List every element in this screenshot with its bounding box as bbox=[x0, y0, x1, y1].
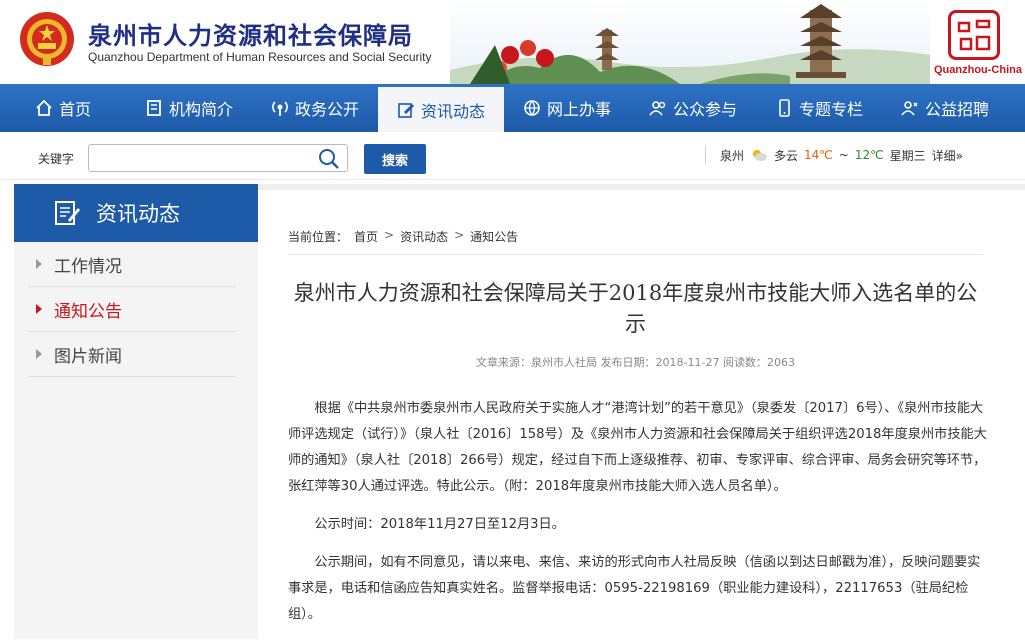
city-seal-logo bbox=[948, 10, 1000, 60]
breadcrumb-news[interactable]: 资讯动态 bbox=[400, 228, 448, 245]
site-title: 泉州市人力资源和社会保障局 bbox=[88, 22, 413, 50]
breadcrumb-separator: > bbox=[454, 228, 465, 242]
sidebar-item-photo-news[interactable]: 图片新闻 bbox=[28, 332, 236, 377]
people-icon bbox=[649, 101, 666, 116]
city-scenery-banner bbox=[450, 0, 930, 84]
breadcrumb-notices[interactable]: 通知公告 bbox=[470, 228, 518, 245]
weather-weekday: 星期三 bbox=[889, 148, 926, 163]
article-paragraph: 公示时间：2018年11月27日至12月3日。 bbox=[314, 517, 565, 532]
article-meta: 文章来源：泉州市人社局 发布日期：2018-11-27 阅读数：2063 bbox=[476, 356, 795, 369]
site-header: 泉州市人力资源和社会保障局 Quanzhou Department of Hum… bbox=[0, 0, 1025, 84]
breadcrumb: 当前位置： 首页 > 资讯动态 > 通知公告 bbox=[288, 228, 518, 245]
nav-label: 专题专栏 bbox=[798, 100, 863, 119]
keyword-label: 关键字 bbox=[38, 152, 75, 166]
search-input[interactable] bbox=[88, 144, 348, 172]
nav-label: 公众参与 bbox=[672, 100, 737, 119]
divider bbox=[288, 254, 983, 255]
search-icon[interactable] bbox=[318, 148, 340, 170]
breadcrumb-prefix: 当前位置： bbox=[288, 230, 349, 244]
nav-public-participation[interactable]: 公众参与 bbox=[630, 84, 756, 132]
main-nav: 首页 机构简介 政务公开 资讯动态 网上办事 公众参与 专题专栏 公益招聘 bbox=[0, 84, 1025, 132]
nav-label: 机构简介 bbox=[168, 100, 233, 119]
sidebar-item-label: 图片新闻 bbox=[54, 346, 122, 367]
weather-widget: 泉州 多云 14℃ ~12℃ 星期三 详细» bbox=[705, 146, 963, 164]
divider bbox=[705, 146, 706, 164]
building-icon bbox=[147, 100, 161, 116]
sidebar-item-label: 工作情况 bbox=[54, 256, 122, 277]
search-bar: 关键字 搜索 泉州 多云 14℃ ~12℃ 星期三 详细» bbox=[0, 132, 1025, 180]
nav-label: 资讯动态 bbox=[420, 101, 485, 121]
weather-tilde: ~ bbox=[838, 148, 849, 162]
nav-label: 公益招聘 bbox=[924, 100, 989, 119]
search-button[interactable]: 搜索 bbox=[364, 144, 426, 174]
nav-gov-affairs[interactable]: 政务公开 bbox=[252, 84, 378, 132]
weather-low: 12℃ bbox=[854, 148, 884, 162]
weather-more-link[interactable]: 详细» bbox=[932, 147, 963, 164]
weather-condition: 多云 bbox=[774, 148, 799, 163]
nav-recruitment[interactable]: 公益招聘 bbox=[882, 84, 1008, 132]
home-icon bbox=[36, 99, 52, 116]
sidebar-item-work-status[interactable]: 工作情况 bbox=[28, 242, 236, 287]
sidebar-header: 资讯动态 bbox=[14, 184, 258, 242]
nav-special-topics[interactable]: 专题专栏 bbox=[756, 84, 882, 132]
nav-label: 首页 bbox=[58, 100, 91, 119]
sidebar: 资讯动态 工作情况 通知公告 图片新闻 bbox=[14, 184, 258, 639]
nav-online-services[interactable]: 网上办事 bbox=[504, 84, 630, 132]
sidebar-item-notices[interactable]: 通知公告 bbox=[28, 287, 236, 332]
arrow-icon bbox=[36, 259, 42, 269]
arrow-icon bbox=[36, 349, 42, 359]
sidebar-title: 资讯动态 bbox=[96, 202, 180, 226]
broadcast-icon bbox=[272, 101, 288, 116]
sidebar-item-label: 通知公告 bbox=[54, 301, 122, 322]
article-paragraph: 根据《中共泉州市委泉州市人民政府关于实施人才“港湾计划”的若干意见》（泉委发〔2… bbox=[288, 401, 987, 494]
edit-icon bbox=[398, 102, 414, 118]
main-content: 当前位置： 首页 > 资讯动态 > 通知公告 泉州市人力资源和社会保障局关于20… bbox=[258, 184, 1025, 639]
weather-city: 泉州 bbox=[720, 148, 745, 163]
arrow-icon bbox=[36, 304, 42, 314]
weather-high: 14℃ bbox=[804, 148, 833, 162]
seal-caption: Quanzhou-China bbox=[934, 64, 1022, 76]
breadcrumb-home[interactable]: 首页 bbox=[354, 228, 378, 245]
phone-icon bbox=[779, 99, 790, 117]
article-body: 根据《中共泉州市委泉州市人民政府关于实施人才“港湾计划”的若干意见》（泉委发〔2… bbox=[288, 396, 988, 640]
national-emblem-icon bbox=[20, 12, 74, 66]
breadcrumb-separator: > bbox=[384, 228, 395, 242]
cloudy-icon bbox=[753, 150, 768, 161]
nav-home[interactable]: 首页 bbox=[0, 84, 126, 132]
nav-label: 网上办事 bbox=[546, 100, 611, 119]
nav-about[interactable]: 机构简介 bbox=[126, 84, 252, 132]
globe-icon bbox=[524, 100, 540, 117]
edit-document-icon bbox=[55, 201, 80, 225]
recruit-icon bbox=[901, 101, 918, 116]
nav-label: 政务公开 bbox=[294, 100, 359, 119]
nav-news[interactable]: 资讯动态 bbox=[378, 84, 504, 132]
site-subtitle: Quanzhou Department of Human Resources a… bbox=[88, 50, 432, 64]
article-paragraph: 公示期间，如有不同意见，请以来电、来信、来访的形式向市人社局反映（信函以到达日邮… bbox=[288, 555, 981, 622]
article-title: 泉州市人力资源和社会保障局关于2018年度泉州市技能大师入选名单的公示 bbox=[293, 281, 978, 336]
